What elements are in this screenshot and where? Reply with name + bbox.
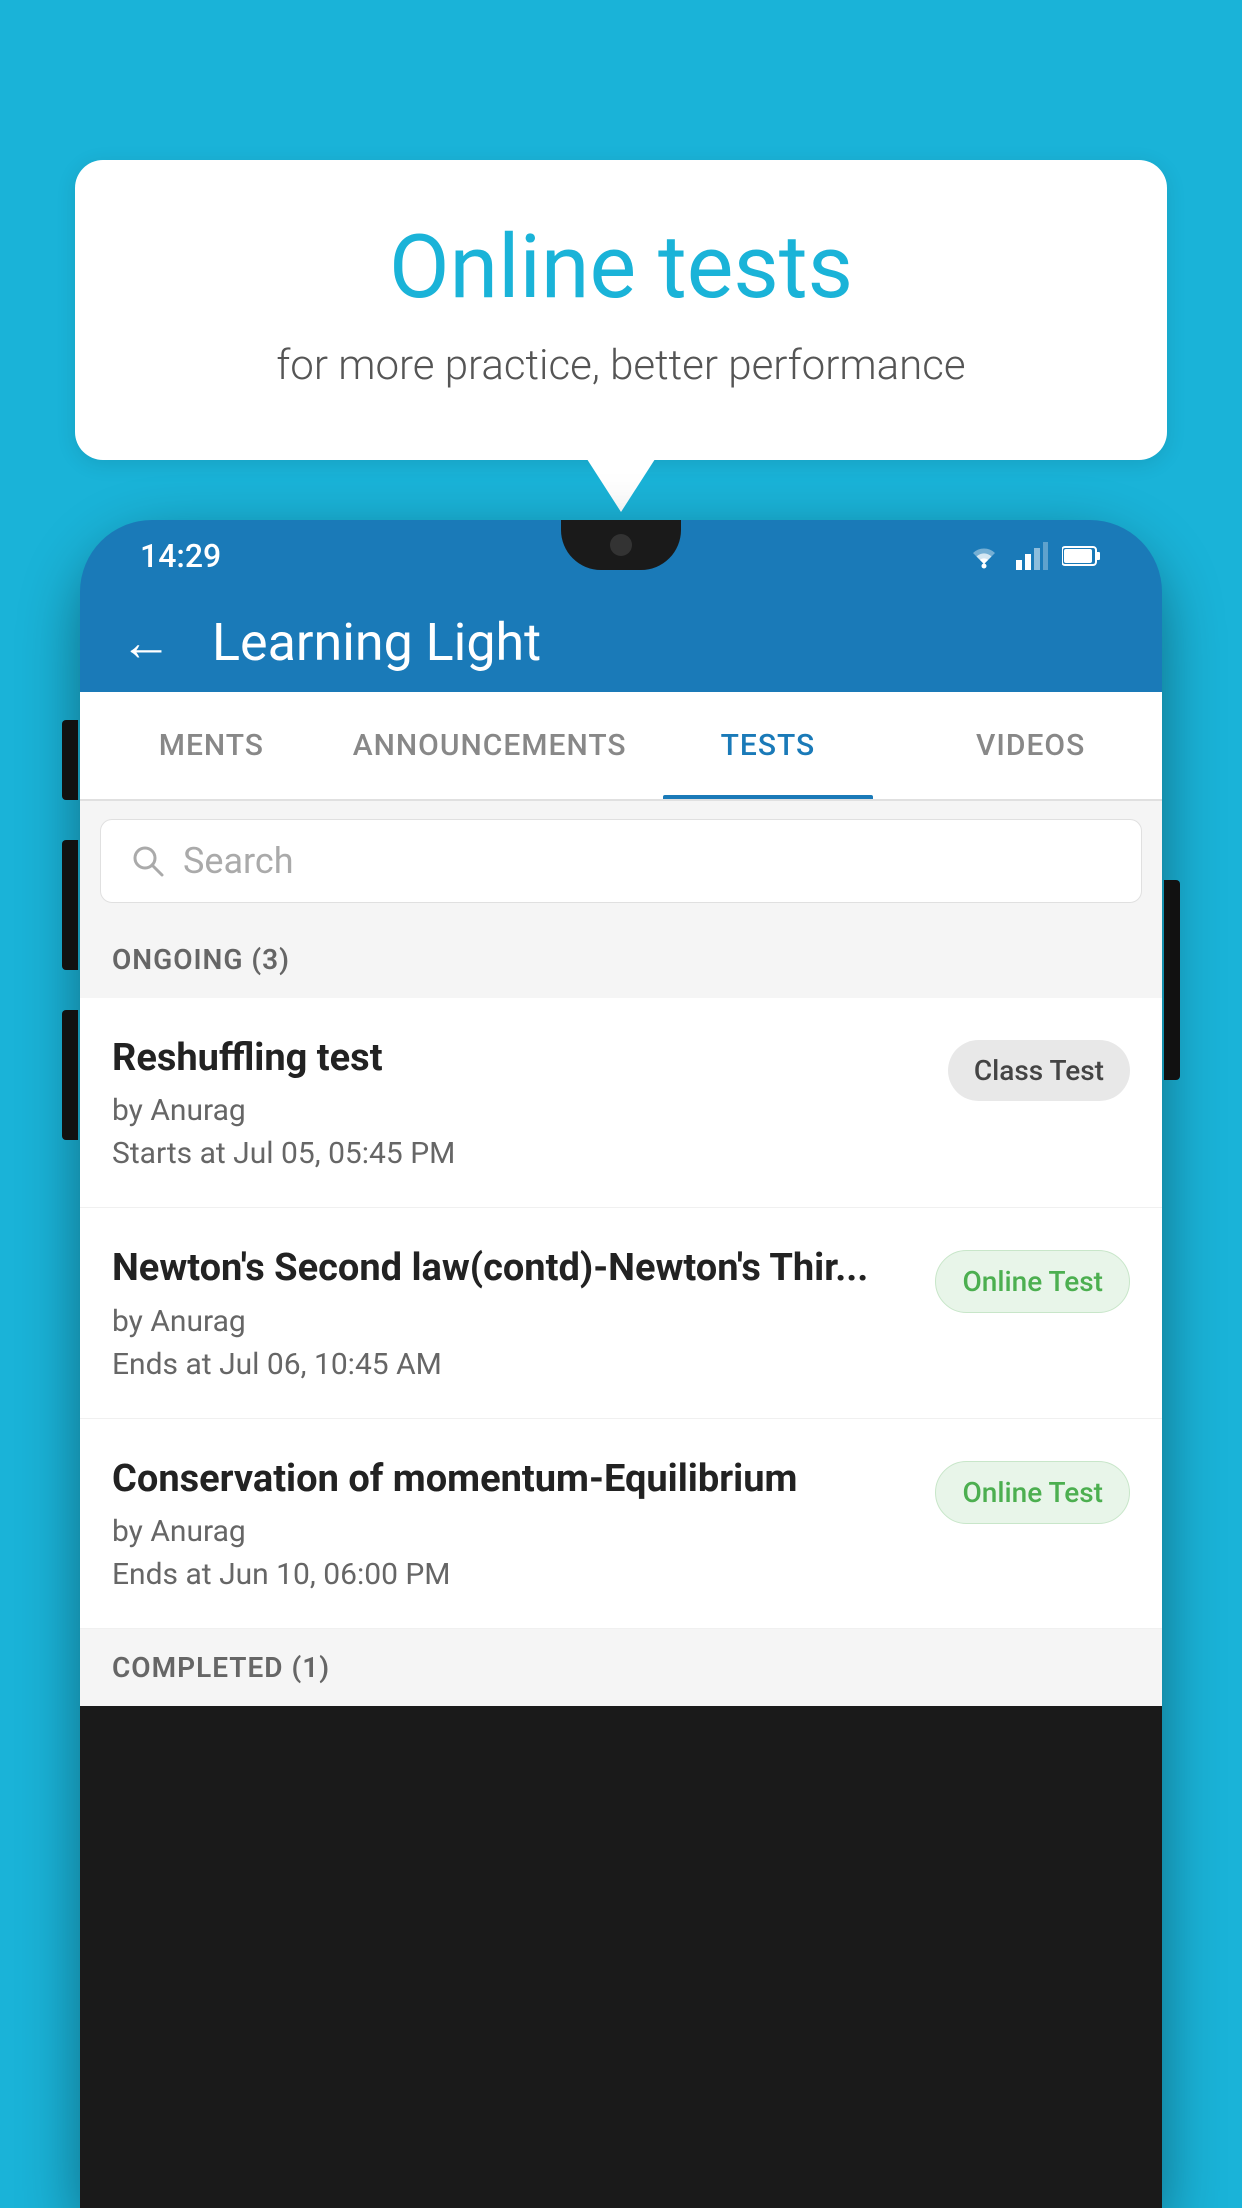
test-time-3: Ends at Jun 10, 06:00 PM (112, 1557, 915, 1592)
bubble-title: Online tests (155, 220, 1087, 317)
tab-announcements[interactable]: ANNOUNCEMENTS (343, 692, 637, 799)
test-name-2: Newton's Second law(contd)-Newton's Thir… (112, 1244, 915, 1293)
status-time: 14:29 (140, 537, 221, 575)
wifi-icon (966, 542, 1002, 570)
phone-side-button-3 (62, 1010, 78, 1140)
test-author-1: by Anurag (112, 1093, 928, 1128)
ongoing-section-header: ONGOING (3) (80, 921, 1162, 998)
speech-bubble: Online tests for more practice, better p… (75, 160, 1167, 460)
speech-bubble-container: Online tests for more practice, better p… (75, 160, 1167, 460)
phone-side-button-2 (62, 840, 78, 970)
status-icons (966, 542, 1102, 570)
search-placeholder: Search (183, 840, 294, 882)
test-info-2: Newton's Second law(contd)-Newton's Thir… (112, 1244, 915, 1381)
phone-frame: 14:29 (80, 520, 1162, 2208)
test-item-3[interactable]: Conservation of momentum-Equilibrium by … (80, 1419, 1162, 1629)
phone-side-button-1 (62, 720, 78, 800)
search-bar[interactable]: Search (100, 819, 1142, 903)
battery-icon (1062, 544, 1102, 568)
test-name-1: Reshuffling test (112, 1034, 928, 1083)
test-item-1[interactable]: Reshuffling test by Anurag Starts at Jul… (80, 998, 1162, 1208)
test-badge-2: Online Test (935, 1250, 1130, 1313)
signal-icon (1016, 542, 1048, 570)
app-title: Learning Light (212, 612, 541, 673)
test-name-3: Conservation of momentum-Equilibrium (112, 1455, 915, 1504)
app-header: ← Learning Light (80, 592, 1162, 692)
test-list: Reshuffling test by Anurag Starts at Jul… (80, 998, 1162, 1629)
search-icon (131, 844, 165, 878)
test-time-1: Starts at Jul 05, 05:45 PM (112, 1136, 928, 1171)
tab-ments[interactable]: MENTS (80, 692, 343, 799)
test-badge-1: Class Test (948, 1040, 1130, 1101)
search-container: Search (80, 801, 1162, 921)
completed-section-header: COMPLETED (1) (80, 1629, 1162, 1706)
camera (610, 534, 632, 556)
test-author-2: by Anurag (112, 1304, 915, 1339)
test-author-3: by Anurag (112, 1514, 915, 1549)
back-button[interactable]: ← (120, 612, 172, 673)
status-bar: 14:29 (80, 520, 1162, 592)
test-badge-3: Online Test (935, 1461, 1130, 1524)
bubble-subtitle: for more practice, better performance (155, 341, 1087, 390)
phone-container: 14:29 (80, 520, 1162, 2208)
phone-notch (561, 520, 681, 570)
tab-videos[interactable]: VIDEOS (899, 692, 1162, 799)
test-item-2[interactable]: Newton's Second law(contd)-Newton's Thir… (80, 1208, 1162, 1418)
test-info-3: Conservation of momentum-Equilibrium by … (112, 1455, 915, 1592)
tabs-bar: MENTS ANNOUNCEMENTS TESTS VIDEOS (80, 692, 1162, 801)
test-info-1: Reshuffling test by Anurag Starts at Jul… (112, 1034, 928, 1171)
phone-side-button-right (1164, 880, 1180, 1080)
test-time-2: Ends at Jul 06, 10:45 AM (112, 1347, 915, 1382)
screen-content: 14:29 (80, 520, 1162, 2208)
tab-tests[interactable]: TESTS (637, 692, 900, 799)
